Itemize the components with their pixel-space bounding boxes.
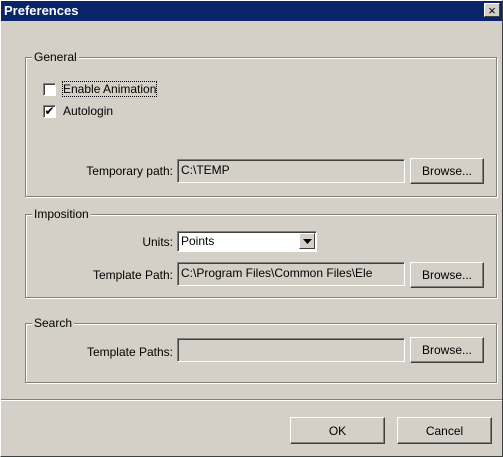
template-paths-label: Template Paths: bbox=[86, 345, 173, 359]
ok-button[interactable]: OK bbox=[290, 417, 385, 444]
chevron-down-icon[interactable] bbox=[299, 233, 315, 249]
footer-separator bbox=[1, 399, 502, 401]
autologin-label[interactable]: Autologin bbox=[63, 104, 113, 118]
general-group-label: General bbox=[32, 49, 79, 65]
template-path-browse-button[interactable]: Browse... bbox=[410, 262, 484, 288]
enable-animation-checkbox[interactable] bbox=[43, 83, 56, 96]
window-title: Preferences bbox=[4, 3, 79, 18]
template-paths-field[interactable] bbox=[177, 338, 405, 362]
units-selected-value: Points bbox=[181, 234, 215, 248]
autologin-checkbox[interactable]: ✔ bbox=[43, 105, 56, 118]
close-icon[interactable]: × bbox=[484, 3, 500, 17]
units-label: Units: bbox=[142, 235, 173, 249]
template-path-field[interactable]: C:\Program Files\Common Files\Ele bbox=[177, 262, 405, 286]
temporary-path-field[interactable]: C:\TEMP bbox=[177, 159, 405, 183]
imposition-group-label: Imposition bbox=[32, 206, 91, 222]
temporary-path-label: Temporary path: bbox=[86, 164, 173, 178]
cancel-button[interactable]: Cancel bbox=[397, 417, 492, 444]
units-select[interactable]: Points bbox=[177, 231, 317, 252]
template-paths-browse-button[interactable]: Browse... bbox=[410, 337, 484, 363]
search-group-label: Search bbox=[32, 315, 75, 331]
temporary-path-browse-button[interactable]: Browse... bbox=[410, 158, 484, 184]
title-bar[interactable]: Preferences × bbox=[1, 1, 502, 21]
check-icon: ✔ bbox=[44, 104, 55, 118]
preferences-dialog: Preferences × General Enable Animation ✔… bbox=[0, 0, 503, 457]
enable-animation-label[interactable]: Enable Animation bbox=[61, 81, 158, 97]
template-path-label: Template Path: bbox=[92, 268, 173, 282]
